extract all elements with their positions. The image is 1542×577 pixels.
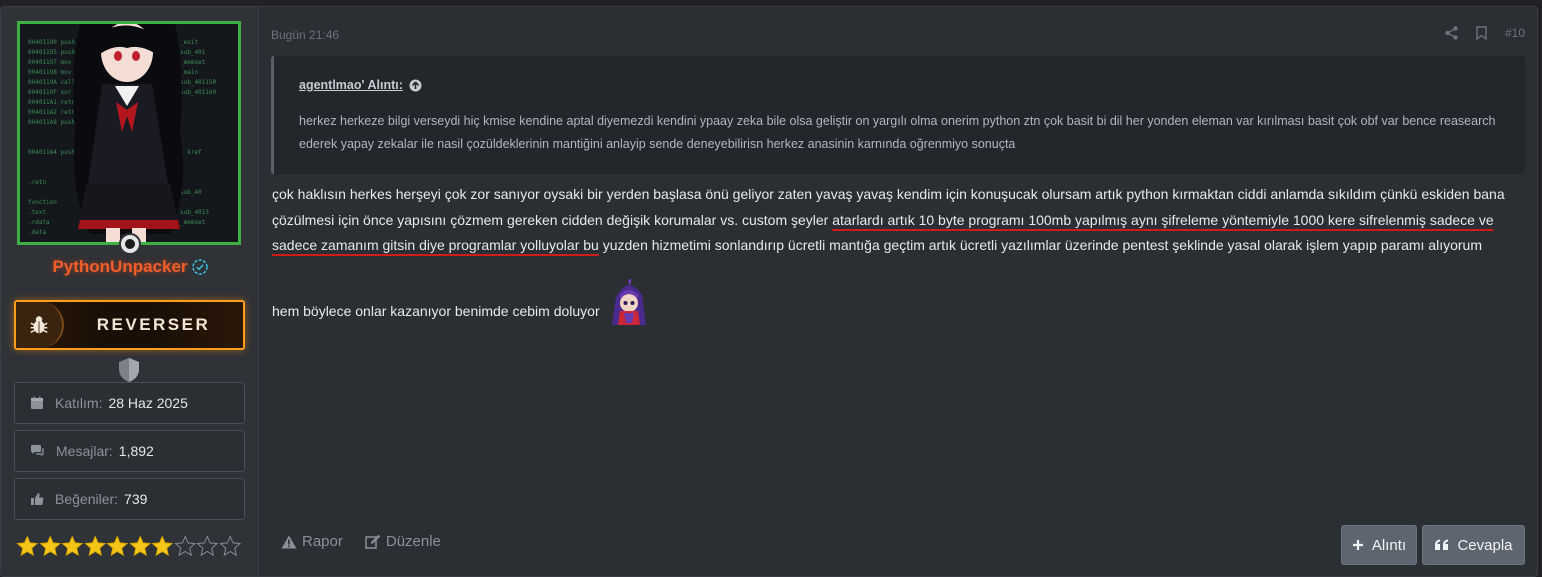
- star-empty-icon: [173, 535, 196, 557]
- post-timestamp[interactable]: Bugün 21:46: [271, 28, 339, 42]
- arrow-up-circle-icon[interactable]: [409, 79, 422, 92]
- stat-value: 28 Haz 2025: [108, 395, 188, 411]
- stat-messages: Mesajlar: 1,892: [14, 430, 245, 472]
- post-number[interactable]: #10: [1505, 26, 1525, 40]
- quote-block: agentlmao' Alıntı: herkez herkeze bilgi …: [271, 56, 1525, 174]
- svg-text:00401197 mov: 00401197 mov: [28, 59, 72, 66]
- warning-icon: [281, 535, 297, 548]
- star-filled-icon: [128, 535, 151, 557]
- stat-joined: Katılım: 28 Haz 2025: [14, 382, 245, 424]
- avatar[interactable]: 00401190 push 00401195 push 00401197 mov 0…: [17, 21, 241, 245]
- star-filled-icon: [16, 535, 39, 557]
- star-filled-icon: [151, 535, 174, 557]
- svg-text:_exit: _exit: [180, 39, 198, 46]
- star-filled-icon: [61, 535, 84, 557]
- messages-icon: [31, 445, 44, 457]
- username-row: PythonUnpacker: [1, 257, 259, 277]
- avatar-status-icon: [119, 233, 141, 255]
- svg-text:_main: _main: [180, 69, 198, 76]
- stat-label: Katılım:: [55, 395, 103, 411]
- svg-text:004011A4 push: 004011A4 push: [28, 149, 75, 156]
- svg-text:x kref: x kref: [180, 149, 202, 156]
- quote-author-label: agentlmao' Alıntı:: [299, 78, 403, 92]
- star-empty-icon: [218, 535, 241, 557]
- user-banner: REVERSER: [14, 300, 245, 350]
- svg-text:.data: .data: [28, 229, 46, 236]
- quote-button-label: Alıntı: [1371, 536, 1407, 554]
- user-rating: [16, 535, 241, 557]
- svg-text:sub_40: sub_40: [180, 189, 202, 196]
- bookmark-icon[interactable]: [1476, 26, 1487, 40]
- svg-text:.text: .text: [28, 209, 46, 216]
- svg-text:.retn: .retn: [28, 179, 46, 186]
- svg-text:00401195 push: 00401195 push: [28, 49, 75, 56]
- post-text-part2: yuzden hizmetimi sonlandırıp ücretli man…: [598, 237, 1482, 253]
- quote-button[interactable]: Alıntı: [1341, 525, 1417, 565]
- svg-text:00401190 push: 00401190 push: [28, 39, 75, 46]
- post-line2: hem böylece onlar kazanıyor benimde cebi…: [272, 278, 1527, 325]
- post-paragraph: çok haklısın herkes herşeyi çok zor sanı…: [272, 182, 1527, 259]
- star-filled-icon: [106, 535, 129, 557]
- svg-text:function: function: [28, 199, 57, 206]
- emoji-sticker-icon: [611, 278, 646, 325]
- svg-text:.rdata: .rdata: [28, 219, 50, 226]
- stat-label: Mesajlar:: [56, 443, 113, 459]
- shield-icon: [119, 358, 139, 382]
- post-actions: Rapor Düzenle: [281, 533, 441, 550]
- verified-badge-icon: [191, 259, 208, 275]
- edit-icon: [365, 534, 381, 549]
- star-filled-icon: [83, 535, 106, 557]
- stat-value: 1,892: [118, 443, 154, 459]
- post-content: Bugün 21:46 #10 agentlmao' Alıntı: herke…: [259, 7, 1537, 576]
- stat-likes: Beğeniler: 739: [14, 478, 245, 520]
- thumbs-up-icon: [31, 493, 44, 505]
- star-filled-icon: [38, 535, 61, 557]
- svg-text:004011A2 retn: 004011A2 retn: [28, 109, 75, 116]
- quote-marks-icon: [1435, 539, 1449, 550]
- report-link[interactable]: Rapor: [281, 533, 343, 550]
- calendar-icon: [31, 396, 43, 409]
- post-text-line2: hem böylece onlar kazanıyor benimde cebi…: [272, 303, 600, 319]
- svg-text:_memset: _memset: [180, 219, 206, 226]
- banner-label: REVERSER: [96, 315, 211, 334]
- svg-text:004011A1 retn: 004011A1 retn: [28, 99, 75, 106]
- user-sidebar: 00401190 push 00401195 push 00401197 mov 0…: [1, 7, 259, 576]
- share-icon[interactable]: [1445, 26, 1458, 40]
- report-label: Rapor: [302, 533, 343, 550]
- svg-text:_memset: _memset: [180, 59, 206, 66]
- svg-text:sub_4013: sub_4013: [180, 209, 209, 216]
- edit-label: Düzenle: [385, 533, 441, 550]
- quote-author[interactable]: agentlmao' Alıntı:: [299, 78, 422, 92]
- quote-text: herkez herkeze bilgi verseydi hiç kmise …: [299, 114, 1496, 151]
- svg-text:sub_401: sub_401: [180, 49, 206, 56]
- svg-text:0040119A call: 0040119A call: [28, 79, 75, 86]
- star-empty-icon: [196, 535, 219, 557]
- stat-value: 739: [124, 491, 148, 507]
- post-tools: #10: [1445, 26, 1525, 40]
- username-link[interactable]: PythonUnpacker: [52, 257, 187, 277]
- reply-button-label: Cevapla: [1457, 536, 1513, 554]
- plus-icon: [1352, 540, 1363, 550]
- forum-post: 00401190 push 00401195 push 00401197 mov 0…: [0, 6, 1538, 577]
- svg-text:004011A8 push: 004011A8 push: [28, 119, 75, 126]
- edit-link[interactable]: Düzenle: [365, 533, 441, 550]
- svg-text:00401198 mov: 00401198 mov: [28, 69, 72, 76]
- stat-label: Beğeniler:: [55, 491, 119, 507]
- svg-text:sub_401150: sub_401150: [180, 79, 217, 86]
- svg-text:sub_401160: sub_401160: [180, 89, 217, 96]
- svg-text:0040119F xor: 0040119F xor: [28, 89, 72, 96]
- bug-icon: [16, 302, 64, 348]
- reply-button[interactable]: Cevapla: [1422, 525, 1525, 565]
- post-body: çok haklısın herkes herşeyi çok zor sanı…: [272, 182, 1527, 325]
